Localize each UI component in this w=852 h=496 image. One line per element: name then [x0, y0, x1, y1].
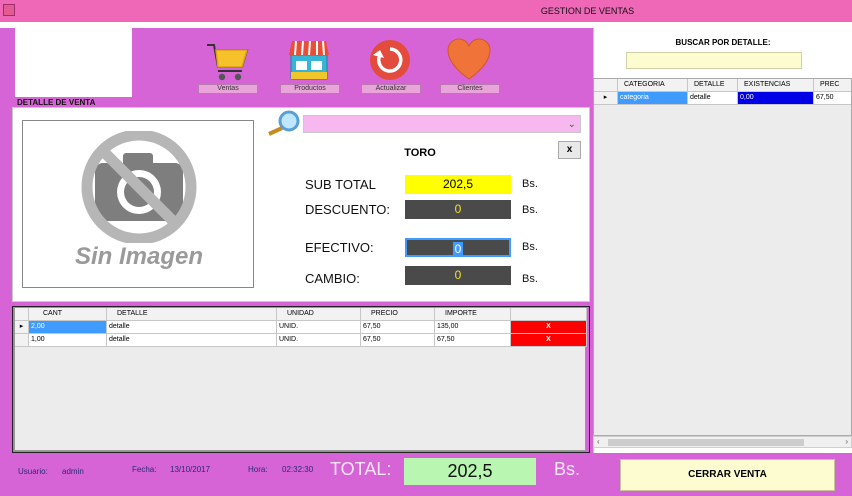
cell-precio[interactable]: 67,50 [814, 92, 851, 105]
col-precio[interactable]: PRECIO [361, 308, 435, 321]
total-unit: Bs. [554, 459, 581, 479]
cell-detalle[interactable]: detalle [107, 321, 277, 334]
cell-cant[interactable]: 2,00 [29, 321, 107, 334]
productos-button[interactable]: Productos [280, 37, 340, 95]
horizontal-scrollbar[interactable]: ‹ › [593, 436, 852, 448]
col-cant[interactable]: CANT [29, 308, 107, 321]
cell-existencias[interactable]: 0,00 [738, 92, 814, 105]
efectivo-value: 0 [452, 242, 464, 256]
cell-importe[interactable]: 67,50 [435, 334, 511, 347]
actualizar-label: Actualizar [361, 84, 421, 94]
col-delete [511, 308, 587, 321]
usuario-value: admin [62, 467, 84, 476]
cell-precio[interactable]: 67,50 [361, 321, 435, 334]
row-header-corner [594, 79, 618, 92]
total-value: 202,5 [404, 458, 536, 485]
cell-detalle[interactable]: detalle [688, 92, 738, 105]
subtotal-label: SUB TOTAL [305, 177, 376, 192]
refresh-icon [370, 40, 410, 80]
clientes-label: Clientes [440, 84, 500, 94]
delete-row-button[interactable]: X [511, 334, 587, 347]
cell-importe[interactable]: 135,00 [435, 321, 511, 334]
no-image-text: Sin Imagen [74, 243, 204, 270]
chevron-down-icon[interactable]: ⌄ [568, 119, 576, 130]
usuario-label: Usuario: [18, 467, 48, 476]
cell-detalle[interactable]: detalle [107, 334, 277, 347]
close-button[interactable]: x [558, 141, 581, 159]
row-header-corner [15, 308, 29, 321]
heart-icon [447, 38, 491, 80]
fecha-value: 13/10/2017 [170, 465, 211, 474]
ventas-label: Ventas [198, 84, 258, 94]
cell-unidad[interactable]: UNID. [277, 321, 361, 334]
hora-label: Hora: [248, 465, 268, 474]
cambio-label: CAMBIO: [305, 271, 360, 286]
productos-label: Productos [280, 84, 340, 94]
col-existencias[interactable]: EXISTENCIAS [738, 79, 814, 92]
efectivo-label: EFECTIVO: [305, 240, 374, 255]
scroll-right-icon[interactable]: › [845, 437, 848, 446]
cerrar-venta-button[interactable]: CERRAR VENTA [620, 459, 835, 491]
window-title: GESTION DE VENTAS [540, 6, 635, 16]
row-pointer-icon: ▸ [15, 321, 29, 334]
total-label: TOTAL: [330, 459, 392, 479]
product-image: Sin Imagen [22, 120, 254, 288]
logo-area [15, 23, 132, 97]
search-icon[interactable] [265, 110, 303, 136]
scroll-left-icon[interactable]: ‹ [597, 437, 600, 446]
product-search-combo[interactable]: ⌄ [303, 115, 581, 133]
efectivo-unit: Bs. [522, 241, 538, 253]
col-detalle[interactable]: DETALLE [107, 308, 277, 321]
section-label: DETALLE DE VENTA [17, 98, 96, 107]
cell-cant[interactable]: 1,00 [29, 334, 107, 347]
store-icon [289, 40, 329, 80]
cambio-field: 0 [405, 266, 511, 285]
descuento-unit: Bs. [522, 204, 538, 216]
cambio-unit: Bs. [522, 273, 538, 285]
buscar-input[interactable] [626, 52, 802, 69]
cell-categoria[interactable]: categoria [618, 92, 688, 105]
descuento-label: DESCUENTO: [305, 202, 390, 217]
product-grid[interactable]: CATEGORIA DETALLE EXISTENCIAS PREC ▸ cat… [593, 78, 852, 436]
col-importe[interactable]: IMPORTE [435, 308, 511, 321]
ventas-button[interactable]: Ventas [198, 37, 258, 95]
clientes-button[interactable]: Clientes [440, 37, 500, 95]
product-name: TORO [404, 147, 436, 159]
subtotal-field: 202,5 [405, 175, 511, 194]
no-camera-icon [81, 131, 197, 243]
title-bar: GESTION DE VENTAS [0, 0, 852, 22]
sale-grid[interactable]: CANT DETALLE UNIDAD PRECIO IMPORTE ▸ 2,0… [14, 307, 587, 451]
delete-row-button[interactable]: X [511, 321, 587, 334]
buscar-label: BUSCAR POR DETALLE: [675, 38, 771, 47]
actualizar-button[interactable]: Actualizar [361, 37, 421, 95]
cell-precio[interactable]: 67,50 [361, 334, 435, 347]
cell-unidad[interactable]: UNID. [277, 334, 361, 347]
col-precio[interactable]: PREC [814, 79, 851, 92]
row-pointer-icon: ▸ [594, 92, 618, 105]
col-detalle[interactable]: DETALLE [688, 79, 738, 92]
col-categoria[interactable]: CATEGORIA [618, 79, 688, 92]
row-header [15, 334, 29, 347]
efectivo-input[interactable]: 0 [405, 238, 511, 257]
scroll-thumb[interactable] [608, 439, 804, 446]
col-unidad[interactable]: UNIDAD [277, 308, 361, 321]
hora-value: 02:32:30 [282, 465, 314, 474]
subtotal-unit: Bs. [522, 178, 538, 190]
cart-icon [207, 44, 249, 81]
descuento-input[interactable]: 0 [405, 200, 511, 219]
fecha-label: Fecha: [132, 465, 157, 474]
